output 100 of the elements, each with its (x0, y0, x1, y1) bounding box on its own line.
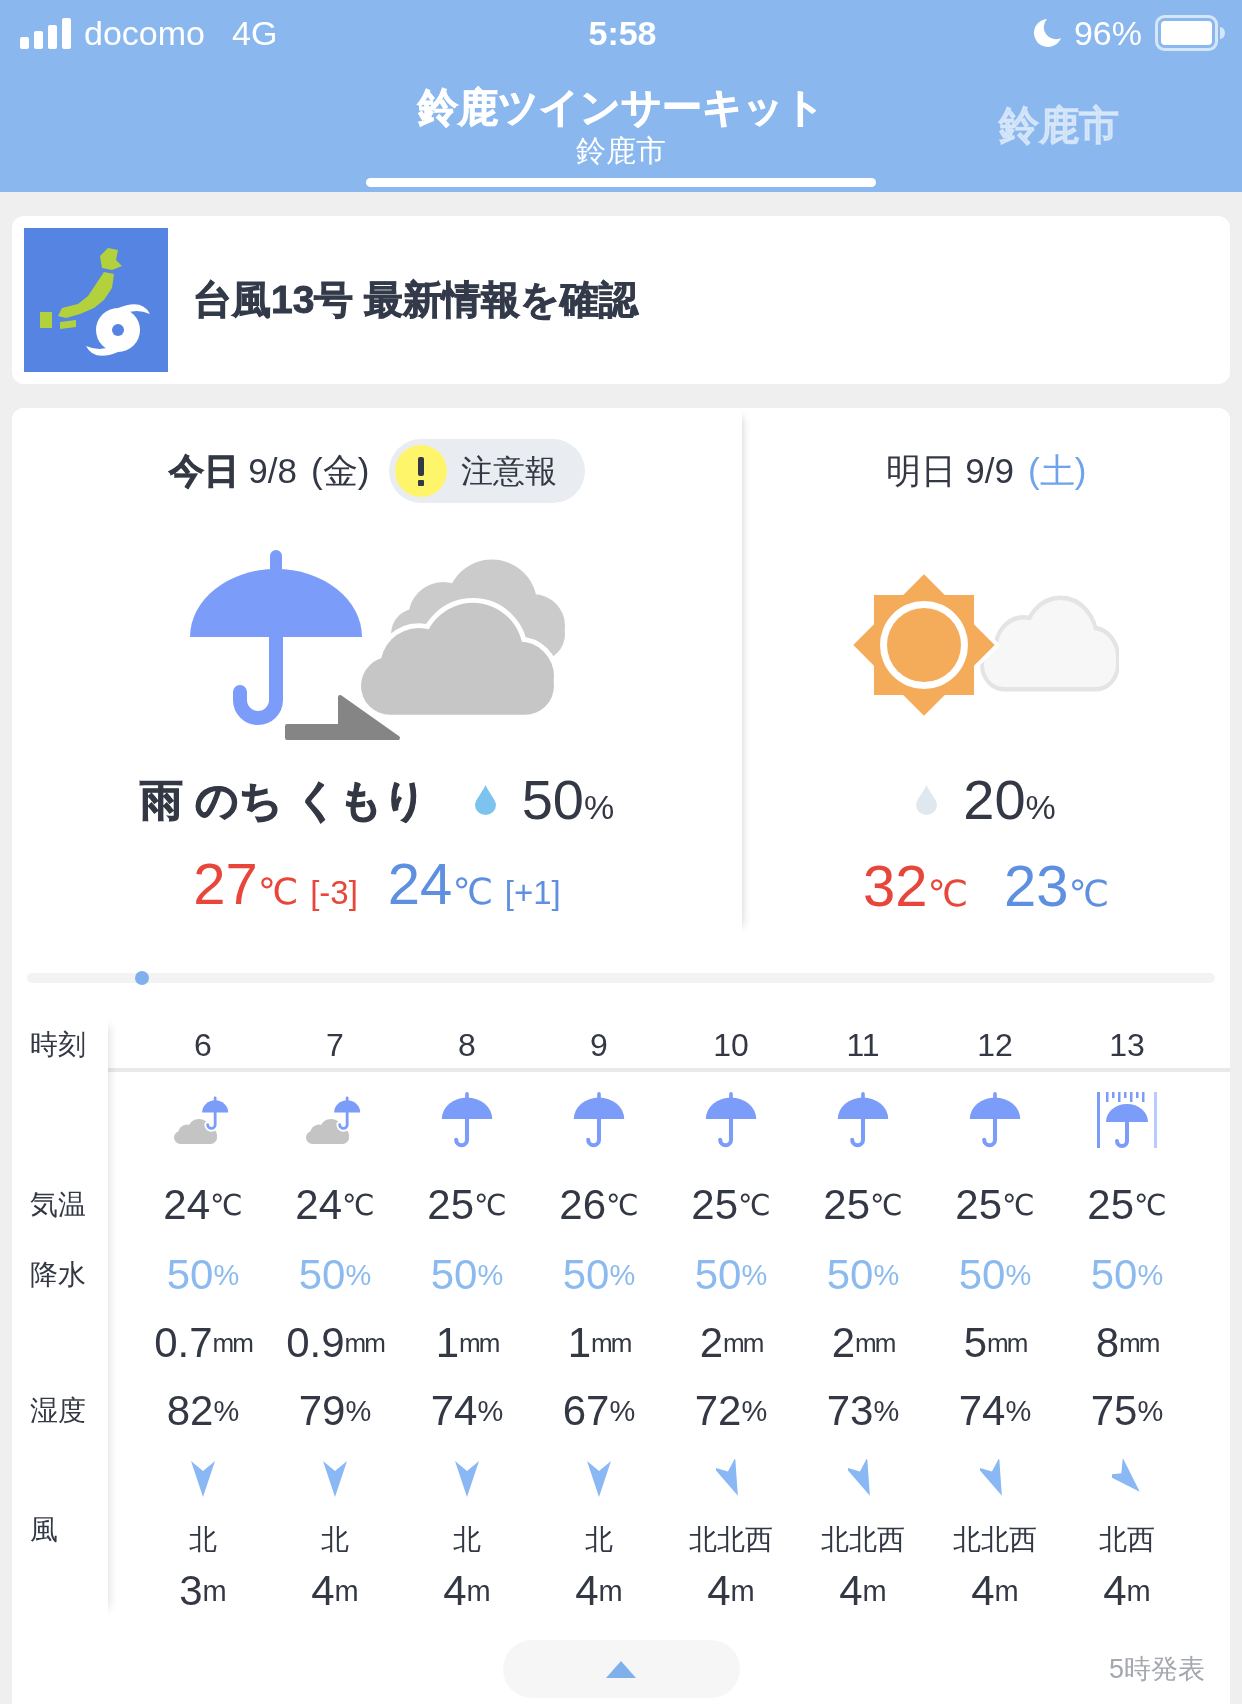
high-temperature: 27℃ (193, 854, 299, 913)
humidity-value: 74% (957, 1386, 1033, 1436)
sun-cloud-icon (853, 573, 1119, 718)
caret-up-icon (606, 1660, 636, 1678)
temperature-change: [+1] (504, 872, 561, 913)
wind-direction: 北 (452, 1523, 482, 1557)
precipitation-amount: 0.9mm (285, 1318, 386, 1368)
humidity-value: 74% (429, 1386, 505, 1436)
precipitation-amount: 8mm (1094, 1318, 1160, 1368)
temperature-value: 25℃ (426, 1180, 508, 1230)
temperature-value: 25℃ (690, 1180, 772, 1230)
scroll-thumb[interactable] (135, 971, 149, 985)
weekday-label: (土) (1028, 449, 1087, 492)
high-temperature: 32℃ (863, 857, 968, 915)
wind-speed: 4m (1102, 1566, 1152, 1616)
low-temperature: 23℃ (1004, 857, 1109, 915)
date-label: 今日 9/8 (168, 449, 298, 492)
temperature-value: 25℃ (954, 1180, 1036, 1230)
temperature-value: 24℃ (162, 1180, 244, 1230)
precipitation-chance: 50% (957, 1250, 1033, 1300)
row-label: 風 (29, 1513, 59, 1547)
wind-direction: 北北西 (952, 1523, 1038, 1557)
hour-heading: 10 (712, 1026, 750, 1065)
wind-direction: 北北西 (820, 1523, 906, 1557)
umbrella-icon (572, 1092, 626, 1148)
advisory-button[interactable]: 注意報 (389, 439, 586, 503)
typhoon-map-icon (24, 228, 168, 372)
humidity-value: 72% (693, 1386, 769, 1436)
wind-speed: 4m (442, 1566, 492, 1616)
warning-icon (395, 445, 448, 497)
temperature-value: 26℃ (558, 1180, 640, 1230)
precipitation-amount: 0.7mm (153, 1318, 254, 1368)
signal-icon (20, 17, 71, 49)
weekday-label: (金) (311, 449, 370, 492)
humidity-value: 75% (1089, 1386, 1165, 1436)
cloud-umbrella-icon (306, 1095, 364, 1145)
humidity-value: 79% (297, 1386, 373, 1436)
hour-heading: 8 (457, 1026, 477, 1065)
temperature-value: 25℃ (1086, 1180, 1168, 1230)
network-type: 4G (231, 12, 278, 54)
hour-heading: 7 (325, 1026, 345, 1065)
umbrella-icon (836, 1092, 890, 1148)
wind-speed: 4m (310, 1566, 360, 1616)
precipitation-chance: 50% (165, 1250, 241, 1300)
carrier-name: docomo (84, 12, 205, 54)
precipitation-chance: 50% (521, 772, 615, 828)
clock-time: 5:58 (588, 12, 657, 54)
wind-speed: 3m (178, 1566, 228, 1616)
precipitation-chance: 50% (561, 1250, 637, 1300)
wind-speed: 4m (970, 1566, 1020, 1616)
wind-speed: 4m (574, 1566, 624, 1616)
precipitation-amount: 5mm (962, 1318, 1028, 1368)
umbrella-icon (968, 1092, 1022, 1148)
humidity-value: 67% (561, 1386, 637, 1436)
hour-heading: 6 (193, 1026, 213, 1065)
wind-arrow-icon (584, 1459, 614, 1499)
wind-direction: 北 (188, 1523, 218, 1557)
hour-heading: 13 (1108, 1026, 1146, 1065)
weather-text: 雨 のち くもり (139, 774, 427, 826)
umbrella-arrow-cloud-icon (189, 549, 565, 742)
hour-heading: 12 (976, 1026, 1014, 1065)
row-label: 気温 (29, 1188, 87, 1222)
wind-arrow-icon (452, 1459, 482, 1499)
precipitation-chance: 50% (825, 1250, 901, 1300)
row-label: 時刻 (29, 1028, 87, 1062)
low-temperature: 24℃ (387, 854, 493, 913)
wind-arrow-icon (320, 1459, 350, 1499)
heavy-rain-umbrella-icon (1096, 1090, 1158, 1150)
precipitation-chance: 50% (693, 1250, 769, 1300)
wind-direction: 北 (320, 1523, 350, 1557)
precipitation-chance: 50% (429, 1250, 505, 1300)
wind-arrow-icon (188, 1459, 218, 1499)
issued-time: 5時発表 (1108, 1652, 1205, 1686)
precipitation-chance: 50% (297, 1250, 373, 1300)
battery-icon (1155, 15, 1225, 51)
umbrella-icon (704, 1092, 758, 1148)
temperature-value: 25℃ (822, 1180, 904, 1230)
row-label: 降水 (29, 1258, 87, 1292)
wind-speed: 4m (838, 1566, 888, 1616)
precipitation-chance: 20% (963, 772, 1056, 828)
typhoon-info-link[interactable]: 台風13号 最新情報を確認 (193, 270, 639, 330)
wind-speed: 4m (706, 1566, 756, 1616)
cloud-umbrella-icon (174, 1095, 232, 1145)
row-label: 湿度 (29, 1394, 87, 1428)
humidity-value: 82% (165, 1386, 241, 1436)
precipitation-amount: 2mm (698, 1318, 764, 1368)
umbrella-icon (440, 1092, 494, 1148)
hour-heading: 9 (589, 1026, 609, 1065)
moon-icon (1032, 18, 1061, 48)
humidity-value: 73% (825, 1386, 901, 1436)
precipitation-chance: 50% (1089, 1250, 1165, 1300)
precipitation-amount: 2mm (830, 1318, 896, 1368)
hour-heading: 11 (845, 1026, 881, 1065)
date-label: 明日 9/9 (885, 449, 1015, 492)
precipitation-amount: 1mm (434, 1318, 500, 1368)
battery-percent: 96% (1073, 12, 1142, 54)
wind-direction: 北北西 (688, 1523, 774, 1557)
wind-direction: 北 (584, 1523, 614, 1557)
temperature-change: [-3] (310, 872, 358, 913)
precipitation-amount: 1mm (566, 1318, 632, 1368)
